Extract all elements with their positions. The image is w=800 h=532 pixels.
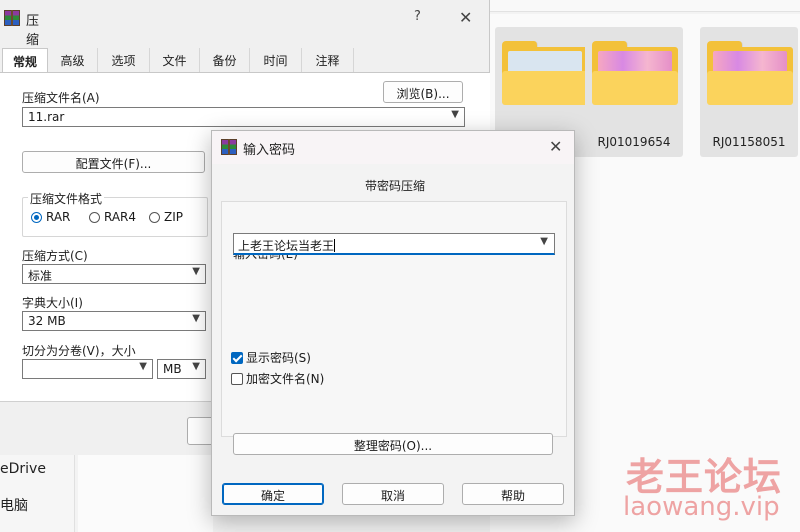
- tab-advanced[interactable]: 高级: [48, 48, 98, 72]
- radio-label: ZIP: [164, 210, 183, 224]
- split-unit-value: MB: [163, 362, 182, 376]
- password-dialog-title-bar: 输入密码 ✕: [212, 131, 574, 164]
- format-radio-rar[interactable]: RAR: [31, 210, 70, 224]
- encrypt-filenames-checkbox[interactable]: 加密文件名(N): [231, 370, 324, 387]
- password-dialog-subtitle: 带密码压缩: [365, 179, 426, 193]
- radio-icon: [89, 212, 100, 223]
- tab-time[interactable]: 时间: [250, 48, 302, 72]
- watermark-url: laowang.vip: [623, 492, 780, 522]
- show-password-checkbox[interactable]: 显示密码(S): [231, 349, 311, 366]
- chevron-down-icon: ▼: [192, 266, 200, 277]
- checkbox-label: 显示密码(S): [246, 351, 311, 365]
- tab-strip: 常规 高级 选项 文件 备份 时间 注释: [0, 48, 490, 73]
- folder-name: RJ01019654: [597, 135, 671, 149]
- password-dialog-title: 输入密码: [243, 143, 296, 158]
- radio-icon: [149, 212, 160, 223]
- format-radio-zip[interactable]: ZIP: [149, 210, 183, 224]
- archive-name-label: 压缩文件名(A): [22, 91, 100, 105]
- help-icon[interactable]: ?: [414, 9, 421, 24]
- tab-general[interactable]: 常规: [2, 48, 48, 73]
- format-radio-rar4[interactable]: RAR4: [89, 210, 136, 224]
- password-value: 上老王论坛当老王: [238, 239, 335, 253]
- radio-label: RAR: [46, 210, 71, 224]
- winrar-app-icon: [4, 10, 20, 26]
- chevron-down-icon: ▼: [139, 361, 147, 372]
- split-size-input[interactable]: ▼: [22, 359, 153, 379]
- text-caret: [334, 239, 336, 252]
- nav-item-onedrive[interactable]: eDrive: [0, 461, 46, 477]
- chevron-down-icon: ▼: [192, 313, 200, 324]
- method-label: 压缩方式(C): [22, 249, 88, 263]
- chevron-down-icon[interactable]: ▼: [451, 109, 459, 120]
- split-volume-label: 切分为分卷(V)，大小: [22, 344, 136, 358]
- chevron-down-icon[interactable]: ▼: [540, 236, 548, 247]
- radio-selected-icon: [31, 212, 42, 223]
- method-select[interactable]: 标准 ▼: [22, 264, 206, 284]
- checkbox-checked-icon: [231, 352, 243, 364]
- folder-tile[interactable]: RJ01158051: [700, 27, 798, 157]
- archive-name-input[interactable]: 11.rar ▼: [22, 107, 465, 127]
- folder-tile[interactable]: RJ01019654: [585, 27, 683, 157]
- explorer-nav-pane: eDrive 电脑: [0, 455, 75, 532]
- dict-size-select[interactable]: 32 MB ▼: [22, 311, 206, 331]
- radio-label: RAR4: [104, 210, 137, 224]
- close-icon[interactable]: ✕: [459, 8, 472, 27]
- tab-files[interactable]: 文件: [150, 48, 200, 72]
- ok-button[interactable]: 确定: [222, 483, 324, 505]
- help-button[interactable]: 帮助: [462, 483, 564, 505]
- password-dialog-footer: 确定 取消 帮助: [212, 474, 574, 515]
- explorer-pane-bottom: [78, 455, 213, 532]
- nav-item-this-pc[interactable]: 电脑: [0, 495, 28, 515]
- folder-name: RJ01158051: [712, 135, 786, 149]
- folder-icon: [502, 41, 588, 105]
- checkbox-icon: [231, 373, 243, 385]
- tab-backup[interactable]: 备份: [200, 48, 250, 72]
- method-value: 标准: [28, 269, 53, 283]
- archive-format-label: 压缩文件格式: [28, 190, 105, 207]
- tab-comment[interactable]: 注释: [302, 48, 354, 72]
- profile-button[interactable]: 配置文件(F)...: [22, 151, 205, 173]
- checkbox-label: 加密文件名(N): [246, 372, 325, 386]
- password-input[interactable]: 上老王论坛当老王 ▼: [233, 233, 555, 255]
- winrar-app-icon: [221, 139, 237, 155]
- dict-size-value: 32 MB: [28, 314, 66, 328]
- chevron-down-icon: ▼: [192, 361, 200, 372]
- split-unit-select[interactable]: MB ▼: [157, 359, 206, 379]
- folder-icon: [707, 41, 793, 105]
- cancel-button[interactable]: 取消: [342, 483, 444, 505]
- password-dialog: 输入密码 ✕ 带密码压缩 输入密码(E) 上老王论坛当老王 ▼ 显示密码(S) …: [211, 130, 575, 516]
- explorer-toolbar: 排序 查看: [360, 0, 800, 12]
- browse-button[interactable]: 浏览(B)...: [383, 81, 463, 103]
- archive-name-value: 11.rar: [28, 110, 65, 124]
- folder-icon: [592, 41, 678, 105]
- close-icon[interactable]: ✕: [549, 137, 562, 156]
- tab-options[interactable]: 选项: [98, 48, 150, 72]
- organize-passwords-button[interactable]: 整理密码(O)...: [233, 433, 553, 455]
- dict-size-label: 字典大小(I): [22, 296, 83, 310]
